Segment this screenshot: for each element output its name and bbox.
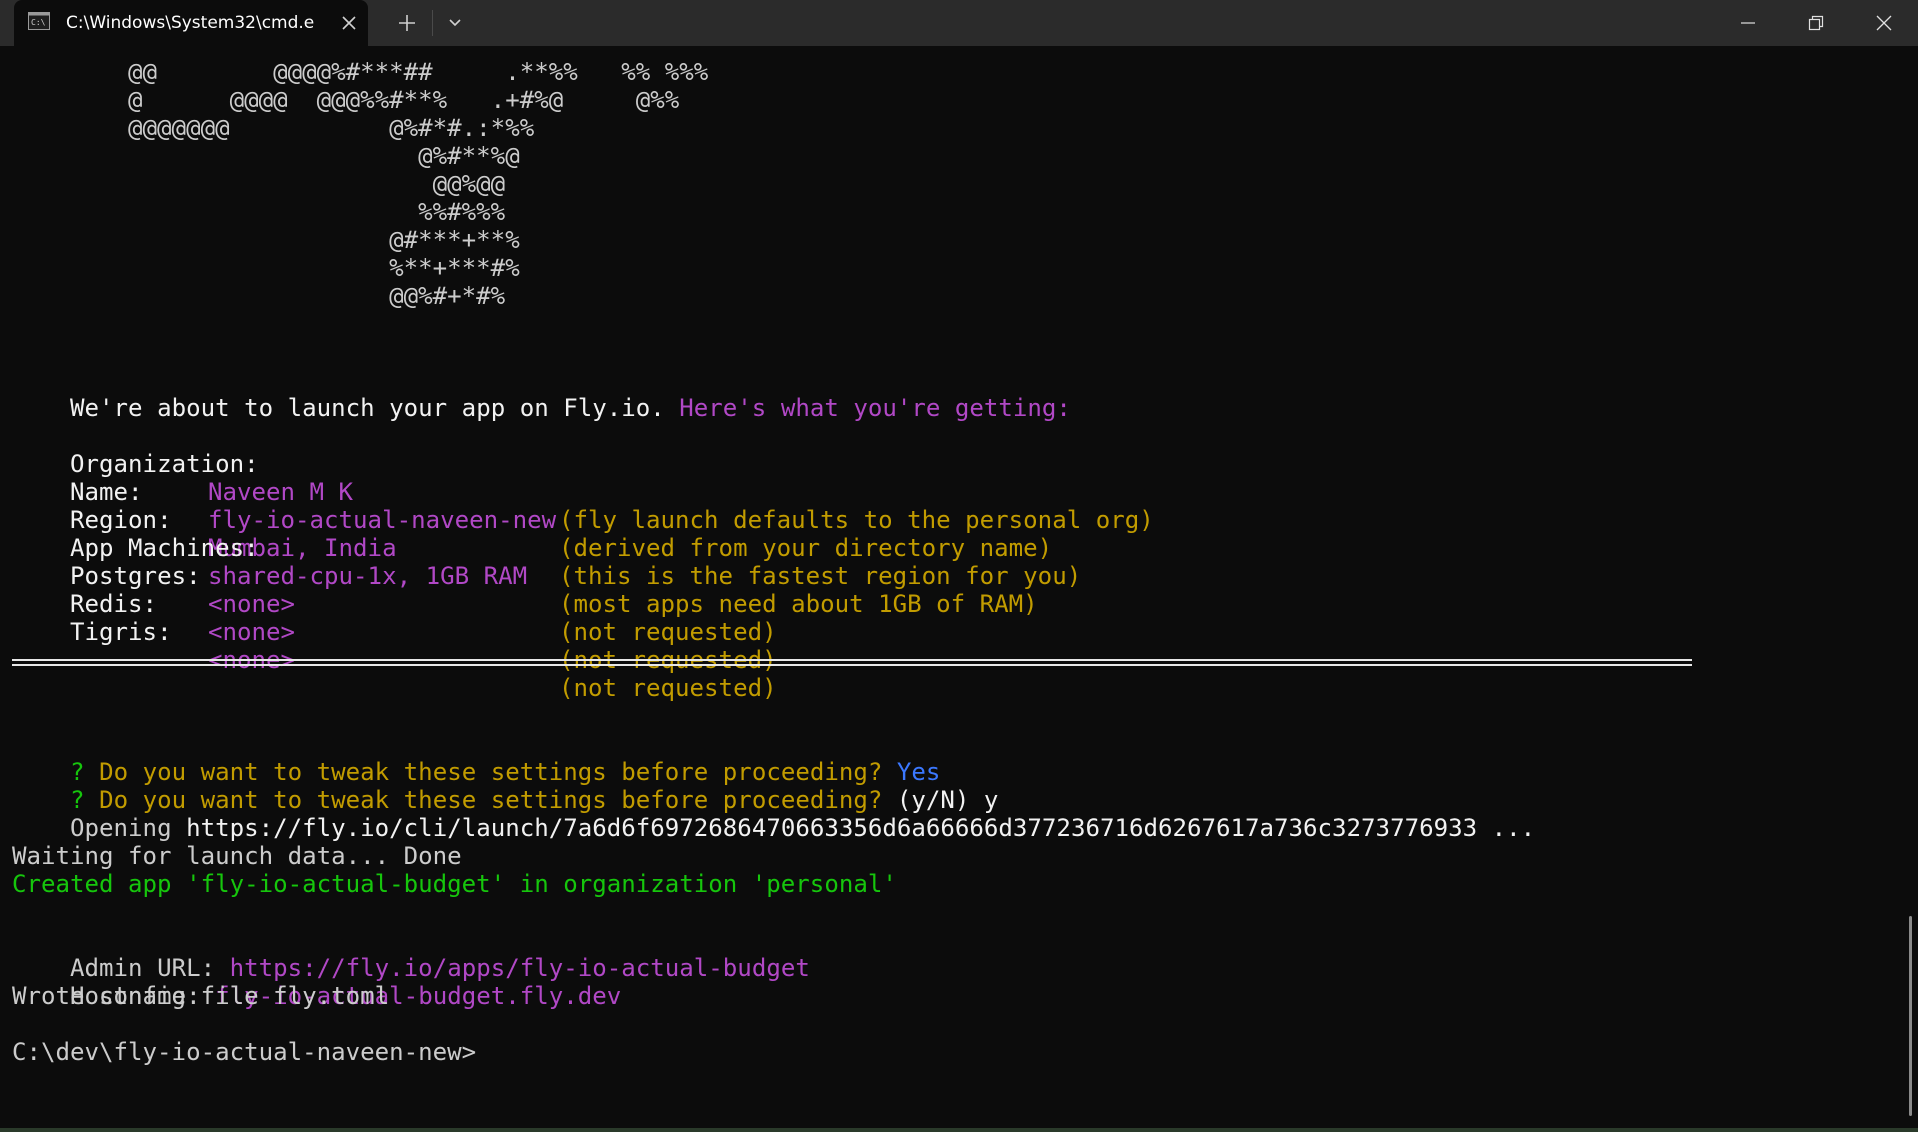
ascii-art-line: %**+***#% — [12, 254, 520, 282]
prompt-line-1: ? Do you want to tweak these settings be… — [12, 730, 940, 786]
intro-highlight: Here's what you're getting: — [679, 394, 1071, 422]
close-window-button[interactable] — [1850, 0, 1918, 46]
close-tab-icon[interactable] — [340, 14, 358, 32]
svg-text:C:\: C:\ — [31, 18, 46, 27]
minimize-button[interactable] — [1714, 0, 1782, 46]
bottom-border — [0, 1128, 1918, 1132]
settings-row-name: Name: fly-io-actual-naveen-new (derived … — [12, 450, 1212, 562]
admin-url-line: Admin URL: https://fly.io/apps/fly-io-ac… — [12, 926, 810, 982]
double-rule-divider — [12, 659, 1692, 666]
scrollbar-thumb[interactable] — [1909, 916, 1912, 1116]
ascii-art-line: @@%@@ — [12, 170, 506, 198]
settings-row-redis: Redis: <none> (not requested) — [12, 562, 1212, 674]
prompt-line-2: ? Do you want to tweak these settings be… — [12, 758, 998, 814]
cmd-icon: C:\ — [28, 12, 50, 30]
tab-title: C:\Windows\System32\cmd.e — [66, 13, 315, 33]
ascii-art-line: @ @@@@ @@@%%#**% .+#%@ @%% — [12, 86, 680, 114]
title-bar: C:\ C:\Windows\System32\cmd.e — [0, 0, 1918, 46]
setting-label: Tigris: — [70, 618, 172, 646]
setting-note: (not requested) — [559, 674, 777, 702]
settings-row-postgres: Postgres: <none> (not requested) — [12, 534, 1212, 646]
close-icon — [1876, 15, 1892, 31]
tab-separator — [432, 10, 433, 36]
terminal-output[interactable]: @@ @@@@%#***## .**%% %% %%% @ @@@@ @@@%%… — [0, 46, 1918, 1128]
new-tab-plus-icon[interactable] — [394, 10, 420, 36]
opening-ellipsis: ... — [1491, 814, 1536, 842]
chevron-down-icon[interactable] — [442, 10, 468, 36]
ascii-art-line: @%#**%@ — [12, 142, 520, 170]
intro-line: We're about to launch your app on Fly.io… — [12, 366, 1071, 422]
terminal-tab[interactable]: C:\ C:\Windows\System32\cmd.e — [14, 0, 368, 46]
restore-button[interactable] — [1782, 0, 1850, 46]
opening-line: Opening https://fly.io/cli/launch/7a6d6f… — [12, 786, 1535, 842]
ascii-art-line: @@@@@@@ @%#*#.:*%% — [12, 114, 535, 142]
command-prompt[interactable]: C:\dev\fly-io-actual-naveen-new> — [12, 1038, 476, 1066]
ascii-art-line: %%#%%% — [12, 198, 506, 226]
ascii-art-line: @#***+**% — [12, 226, 520, 254]
hostname-line: Hostname: fly-io-actual-budget.fly.dev — [12, 954, 621, 1010]
settings-row-tigris: Tigris: <none> (not requested) — [12, 590, 1212, 702]
waiting-line: Waiting for launch data... Done — [12, 842, 462, 870]
setting-note: (not requested) — [559, 618, 777, 646]
opening-label: Opening — [70, 814, 172, 842]
launch-url-link[interactable]: https://fly.io/cli/launch/7a6d6f69726864… — [186, 814, 1477, 842]
ascii-art-line: @@ @@@@%#***## .**%% %% %%% — [12, 58, 709, 86]
ascii-art-line: @@%#+*#% — [12, 282, 506, 310]
settings-row-organization: Organization: Naveen M K (fly launch def… — [12, 422, 1212, 534]
minimize-icon — [1741, 22, 1755, 24]
restore-icon — [1808, 15, 1824, 31]
settings-row-region: Region: Mumbai, India (this is the faste… — [12, 478, 1212, 590]
created-app-line: Created app 'fly-io-actual-budget' in or… — [12, 870, 897, 898]
settings-row-app-machines: App Machines: shared-cpu-1x, 1GB RAM (mo… — [12, 506, 1212, 618]
intro-text: We're about to launch your app on Fly.io… — [70, 394, 665, 422]
wrote-config-line: Wrote config file fly.toml — [12, 982, 390, 1010]
setting-value: <none> — [208, 618, 296, 646]
